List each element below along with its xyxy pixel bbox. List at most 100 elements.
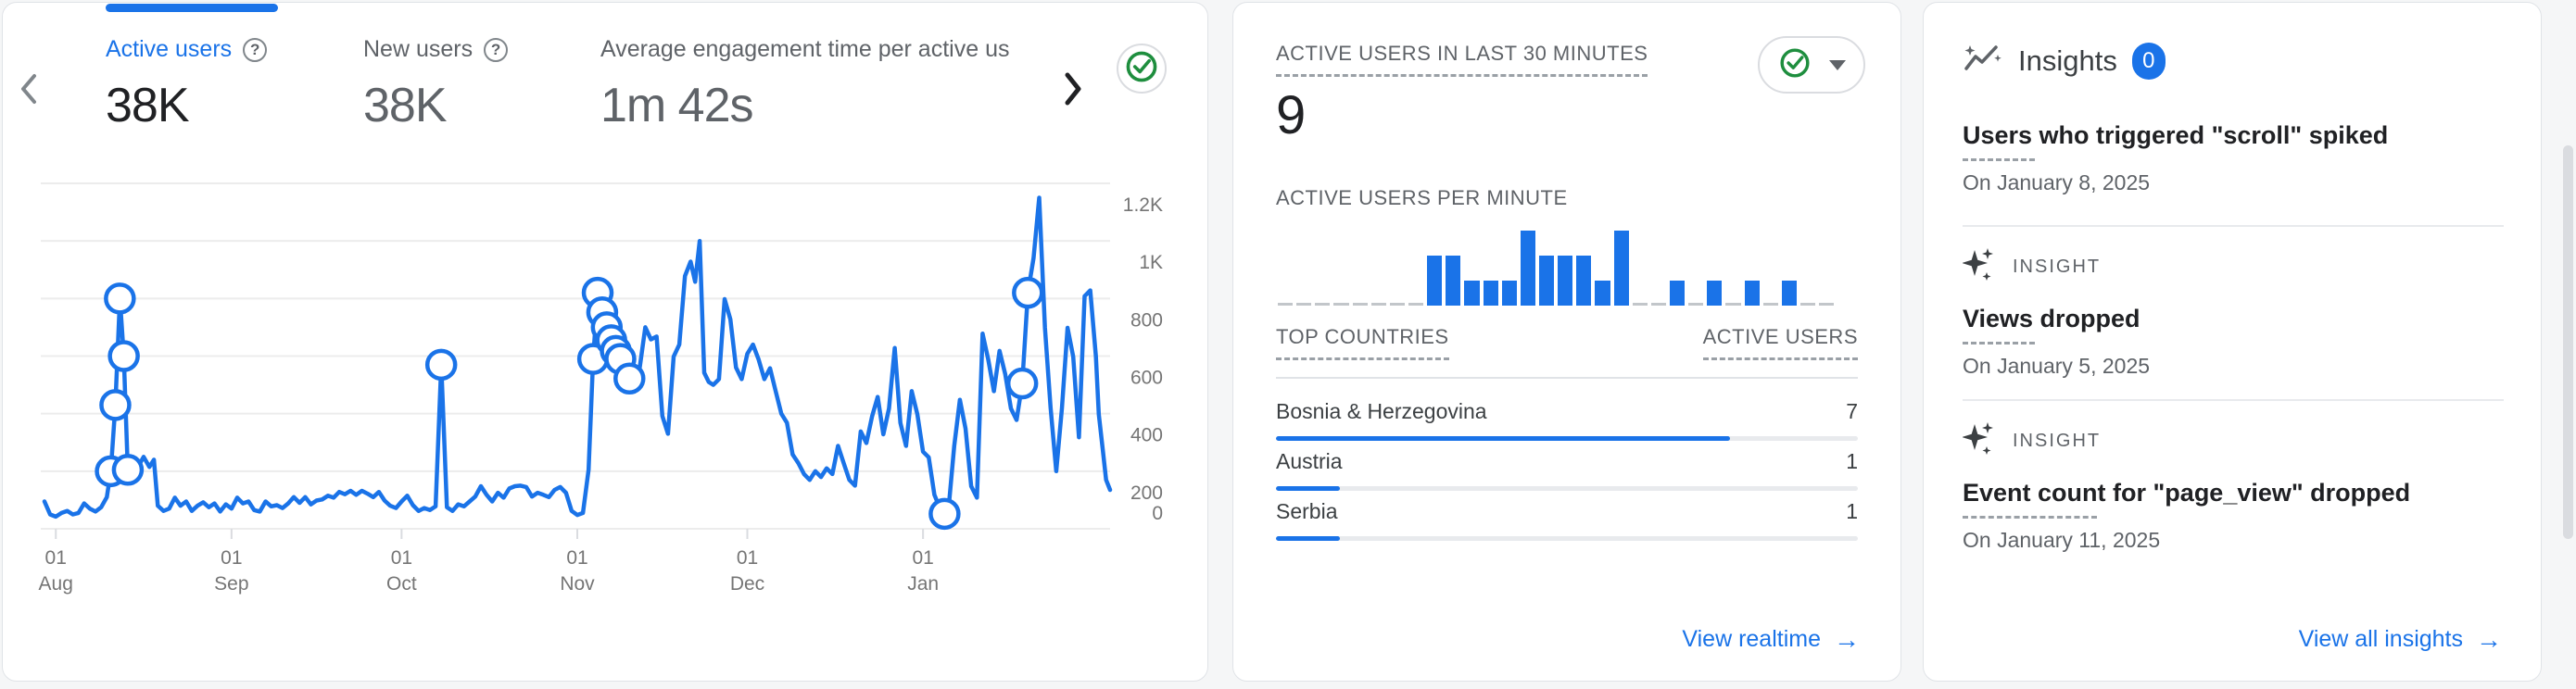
minute-bar <box>1484 281 1498 306</box>
arrow-right-icon: → <box>1834 627 1860 653</box>
view-all-insights-label: View all insights <box>2299 626 2463 653</box>
minute-zero-tick <box>1651 303 1666 306</box>
insights-title: Insights <box>2018 44 2117 78</box>
view-all-insights-link[interactable]: View all insights → <box>2299 626 2502 653</box>
realtime-title: ACTIVE USERS IN LAST 30 MINUTES <box>1276 42 1648 77</box>
chevron-right-icon <box>1059 98 1087 114</box>
minute-zero-tick <box>1333 303 1348 306</box>
minute-bar <box>1670 281 1685 306</box>
insight-eyebrow: INSIGHT <box>1963 245 2504 288</box>
table-divider <box>1276 377 1858 379</box>
insight-title-link[interactable]: Users who triggered "scroll" spiked <box>1963 121 2504 150</box>
view-realtime-link[interactable]: View realtime → <box>1682 626 1860 653</box>
minute-zero-tick <box>1371 303 1386 306</box>
divider <box>1963 225 2504 227</box>
x-axis-label: Sep <box>214 573 248 595</box>
help-icon[interactable]: ? <box>484 38 508 62</box>
x-axis-label: 01 <box>566 547 587 569</box>
next-metrics-button[interactable] <box>1059 68 1087 115</box>
country-bar-track <box>1276 486 1858 491</box>
insight-date: On January 5, 2025 <box>1963 354 2504 379</box>
x-axis-label: Oct <box>386 573 417 595</box>
dashed-underline <box>1963 516 2097 519</box>
insight-title-link[interactable]: Event count for "page_view" dropped <box>1963 479 2504 507</box>
anomaly-marker <box>615 365 643 393</box>
vertical-scrollbar-thumb[interactable] <box>2563 145 2573 539</box>
country-bar-fill <box>1276 486 1340 491</box>
sparkle-icon <box>1963 245 1996 288</box>
insights-card: Insights 0 Users who triggered "scroll" … <box>1923 2 2542 682</box>
country-name: Bosnia & Herzegovina <box>1276 399 1487 424</box>
x-axis-label: 01 <box>737 547 758 569</box>
realtime-status-dropdown[interactable] <box>1758 36 1865 94</box>
country-name: Serbia <box>1276 499 1337 524</box>
y-axis-label: 200 <box>1130 482 1163 504</box>
minute-zero-tick <box>1800 303 1815 306</box>
minute-zero-tick <box>1633 303 1648 306</box>
minute-zero-tick <box>1725 303 1740 306</box>
metric-value: 38K <box>106 78 267 133</box>
minute-bar <box>1464 281 1479 306</box>
minute-bar <box>1558 256 1572 306</box>
active-tab-indicator <box>106 4 278 12</box>
insight-title-link[interactable]: Views dropped <box>1963 305 2504 333</box>
country-bar-fill <box>1276 436 1730 441</box>
minute-zero-tick <box>1688 303 1703 306</box>
insights-trending-icon <box>1963 40 2003 81</box>
previous-metrics-button[interactable] <box>16 69 44 113</box>
anomaly-marker <box>106 284 133 312</box>
tab-new-users[interactable]: New users ? 38K <box>363 36 508 133</box>
y-axis-label: 1K <box>1139 252 1163 273</box>
anomaly-marker <box>110 343 138 370</box>
dashed-underline <box>1963 342 2035 344</box>
minute-zero-tick <box>1353 303 1368 306</box>
x-axis-label: 01 <box>391 547 412 569</box>
minute-bar <box>1707 281 1722 306</box>
check-circle-icon <box>1777 45 1812 85</box>
help-icon[interactable]: ? <box>243 38 267 62</box>
minute-zero-tick <box>1763 303 1778 306</box>
country-value: 7 <box>1846 399 1858 424</box>
sparkle-icon <box>1963 420 1996 462</box>
country-row: Austria 1 <box>1276 449 1858 491</box>
minute-zero-tick <box>1408 303 1423 306</box>
per-minute-title: ACTIVE USERS PER MINUTE <box>1276 186 1858 210</box>
country-bar-fill <box>1276 536 1340 541</box>
chevron-left-icon <box>16 96 44 112</box>
minute-zero-tick <box>1390 303 1405 306</box>
x-axis-label: 01 <box>221 547 242 569</box>
minute-bar <box>1782 281 1797 306</box>
country-bar-track <box>1276 436 1858 441</box>
metric-value: 38K <box>363 78 508 133</box>
minute-bar <box>1521 231 1535 306</box>
minute-zero-tick <box>1278 303 1293 306</box>
insight-eyebrow-label: INSIGHT <box>2013 257 2101 278</box>
metric-label: New users <box>363 36 473 63</box>
anomaly-marker <box>1008 370 1036 397</box>
active-users-per-minute-chart <box>1278 231 1834 306</box>
x-axis-label: Aug <box>39 573 73 595</box>
arrow-right-icon: → <box>2476 627 2502 653</box>
y-axis-label: 400 <box>1130 425 1163 446</box>
x-axis-label: Jan <box>907 573 939 595</box>
insight-eyebrow-label: INSIGHT <box>2013 431 2101 452</box>
country-bar-track <box>1276 536 1858 541</box>
check-circle-icon <box>1123 48 1160 90</box>
anomaly-marker <box>114 456 142 483</box>
minute-bar <box>1745 281 1760 306</box>
divider <box>1963 399 2504 401</box>
insight-date: On January 11, 2025 <box>1963 528 2504 553</box>
minute-zero-tick <box>1819 303 1834 306</box>
country-row: Serbia 1 <box>1276 499 1858 541</box>
x-axis-label: Dec <box>730 573 764 595</box>
tab-avg-engagement-time[interactable]: Average engagement time per active us 1m… <box>600 36 1047 133</box>
active-users-30min-value: 9 <box>1276 84 1306 146</box>
minute-zero-tick <box>1296 303 1311 306</box>
data-quality-status-button[interactable] <box>1117 44 1167 94</box>
insight-date: On January 8, 2025 <box>1963 170 2504 195</box>
tab-active-users[interactable]: Active users ? 38K <box>106 36 267 133</box>
insight-item: Event count for "page_view" dropped On J… <box>1963 479 2504 553</box>
active-users-column-header: ACTIVE USERS <box>1703 325 1858 360</box>
country-value: 1 <box>1846 449 1858 474</box>
active-users-line-chart[interactable]: 02004006008001K1.2K01Aug01Sep01Oct01Nov0… <box>29 162 1187 597</box>
